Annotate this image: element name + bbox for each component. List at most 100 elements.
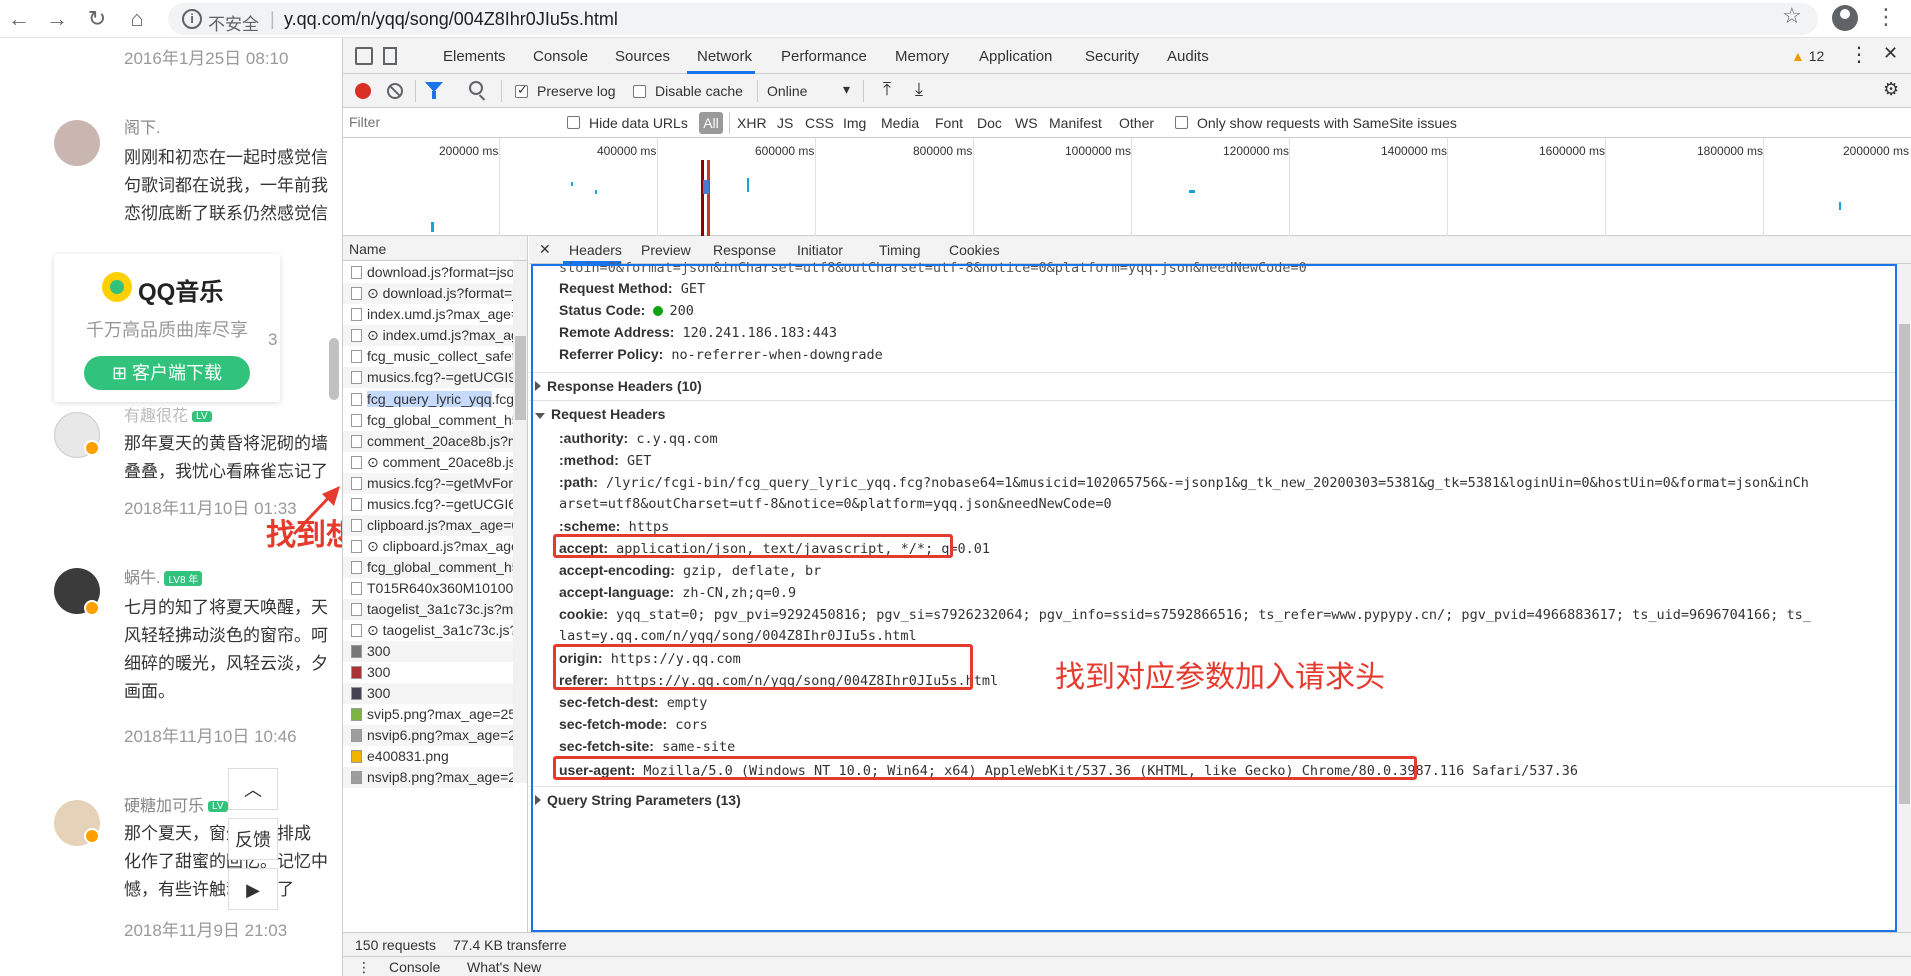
request-row[interactable]: musics.fcg?-=getMvForSong: [343, 473, 513, 494]
request-row[interactable]: ⊙ comment_20ace8b.js?max: [343, 452, 513, 473]
tab-performance[interactable]: Performance: [781, 48, 867, 65]
inspect-element-icon[interactable]: [355, 47, 373, 65]
request-row[interactable]: ⊙ taogelist_3a1c73c.js?max_a: [343, 620, 513, 641]
filter-type-ws[interactable]: WS: [1015, 115, 1038, 131]
request-row[interactable]: ⊙ clipboard.js?max_age=604: [343, 536, 513, 557]
tab-memory[interactable]: Memory: [895, 48, 949, 65]
request-row[interactable]: 300: [343, 683, 513, 704]
filter-type-media[interactable]: Media: [881, 115, 919, 131]
bookmark-star-icon[interactable]: ☆: [1782, 3, 1802, 29]
tab-security[interactable]: Security: [1085, 48, 1139, 65]
request-row[interactable]: clipboard.js?max_age=60480: [343, 515, 513, 536]
request-row[interactable]: fcg_global_comment_h5.fcg?: [343, 557, 513, 578]
request-row[interactable]: fcg_global_comment_h5.fcg?: [343, 410, 513, 431]
request-row[interactable]: 300: [343, 662, 513, 683]
tab-elements[interactable]: Elements: [443, 48, 506, 65]
column-header-name[interactable]: Name: [343, 236, 527, 261]
devtools-menu-icon[interactable]: ⋮: [1849, 42, 1869, 67]
back-icon[interactable]: ←: [4, 4, 34, 34]
back-to-top-button[interactable]: ︿: [228, 768, 278, 810]
request-row[interactable]: svip5.png?max_age=2592000: [343, 704, 513, 725]
response-headers-toggle[interactable]: Response Headers (10): [535, 378, 702, 394]
import-har-icon[interactable]: ⤒: [883, 79, 891, 100]
tab-application[interactable]: Application: [979, 48, 1052, 65]
tab-response[interactable]: Response: [713, 242, 776, 258]
close-icon[interactable]: ✕: [539, 241, 551, 258]
drawer-tab-whats-new[interactable]: What's New: [467, 959, 541, 975]
profile-avatar-icon[interactable]: [1832, 5, 1858, 31]
filter-type-css[interactable]: CSS: [805, 115, 834, 131]
home-icon[interactable]: ⌂: [122, 4, 152, 34]
filter-type-xhr[interactable]: XHR: [737, 115, 767, 131]
request-row[interactable]: musics.fcg?-=getUCGI61879: [343, 494, 513, 515]
filter-type-other[interactable]: Other: [1119, 115, 1154, 131]
tab-preview[interactable]: Preview: [641, 242, 691, 258]
url-text[interactable]: y.qq.com/n/yqq/song/004Z8Ihr0JIu5s.html: [284, 9, 618, 30]
info-icon[interactable]: i: [182, 9, 202, 29]
query-string-toggle[interactable]: Query String Parameters (13): [535, 792, 741, 808]
drawer-menu-icon[interactable]: ⋮: [357, 959, 371, 976]
tab-audits[interactable]: Audits: [1167, 48, 1209, 65]
tab-network[interactable]: Network: [697, 48, 752, 65]
avatar[interactable]: [54, 120, 100, 166]
samesite-checkbox[interactable]: [1175, 116, 1188, 129]
client-download-button[interactable]: ⊞ 客户端下载: [84, 356, 250, 390]
request-row[interactable]: fcg_music_collect_safety?type: [343, 346, 513, 367]
settings-gear-icon[interactable]: ⚙: [1883, 79, 1899, 100]
device-toolbar-icon[interactable]: [383, 47, 397, 65]
filter-type-js[interactable]: JS: [777, 115, 793, 131]
filter-input[interactable]: [347, 111, 513, 133]
filter-type-manifest[interactable]: Manifest: [1049, 115, 1102, 131]
search-icon[interactable]: [469, 81, 483, 95]
filter-type-font[interactable]: Font: [935, 115, 963, 131]
request-row[interactable]: download.js?format=jsonp&: [343, 262, 513, 283]
requests-scrollbar-thumb[interactable]: [515, 336, 526, 420]
feedback-button[interactable]: 反馈: [228, 818, 278, 860]
filter-type-img[interactable]: Img: [843, 115, 866, 131]
throttling-select[interactable]: Online: [767, 83, 807, 99]
request-row[interactable]: T015R640x360M101002nqnE: [343, 578, 513, 599]
reload-icon[interactable]: ↻: [82, 4, 112, 34]
browser-menu-icon[interactable]: ⋮: [1875, 4, 1897, 30]
request-row[interactable]: 300: [343, 641, 513, 662]
warnings-counter[interactable]: ▲ 12: [1791, 48, 1824, 64]
page-scrollbar-thumb[interactable]: [329, 338, 339, 400]
request-row[interactable]: taogelist_3a1c73c.js?max_age: [343, 599, 513, 620]
address-bar[interactable]: i 不安全 | y.qq.com/n/yqq/song/004Z8Ihr0JIu…: [168, 3, 1818, 35]
filter-type-doc[interactable]: Doc: [977, 115, 1002, 131]
tab-timing[interactable]: Timing: [879, 242, 921, 258]
comment-author[interactable]: 硬糖加可乐 LV: [124, 792, 228, 816]
network-overview-timeline[interactable]: 200000 ms 400000 ms 600000 ms 800000 ms …: [343, 138, 1911, 236]
request-row[interactable]: ⊙ index.umd.js?max_age=25: [343, 325, 513, 346]
tab-cookies[interactable]: Cookies: [949, 242, 1000, 258]
request-row[interactable]: comment_20ace8b.js?max_ag: [343, 431, 513, 452]
request-row-selected[interactable]: fcg_query_lyric_yqq.fcg?noba: [343, 389, 513, 410]
request-row[interactable]: nsvip8.png?max_age=259200: [343, 767, 513, 788]
tab-initiator[interactable]: Initiator: [797, 242, 843, 258]
request-row[interactable]: musics.fcg?-=getUCGI991580: [343, 367, 513, 388]
tab-sources[interactable]: Sources: [615, 48, 670, 65]
request-row[interactable]: index.umd.js?max_age=2592: [343, 304, 513, 325]
comment-author[interactable]: 蜗牛. LV8 年: [124, 564, 203, 588]
request-row[interactable]: e400831.png: [343, 746, 513, 767]
disable-cache-checkbox[interactable]: [633, 85, 646, 98]
comment-author[interactable]: 有趣很花 LV: [124, 402, 212, 426]
clear-icon[interactable]: [387, 83, 403, 99]
preserve-log-checkbox[interactable]: [515, 82, 528, 98]
chevron-down-icon[interactable]: ▾: [843, 81, 850, 98]
forward-icon[interactable]: →: [42, 4, 72, 34]
tab-headers[interactable]: Headers: [569, 242, 622, 258]
filter-type-all[interactable]: All: [699, 112, 723, 134]
drawer-tab-console[interactable]: Console: [389, 959, 440, 975]
close-icon[interactable]: ✕: [1883, 43, 1898, 64]
tab-console[interactable]: Console: [533, 48, 588, 65]
request-row[interactable]: nsvip6.png?max_age=259200: [343, 725, 513, 746]
request-row[interactable]: ⊙ download.js?format=jsonp: [343, 283, 513, 304]
play-icon[interactable]: ▶: [228, 868, 278, 910]
comment-author[interactable]: 阁下.: [124, 114, 160, 138]
request-headers-toggle[interactable]: Request Headers: [535, 406, 665, 422]
filter-icon[interactable]: [425, 82, 443, 99]
headers-scrollbar-thumb[interactable]: [1899, 324, 1910, 804]
export-har-icon[interactable]: ⤓: [915, 79, 923, 100]
hide-data-urls-checkbox[interactable]: [567, 116, 580, 129]
